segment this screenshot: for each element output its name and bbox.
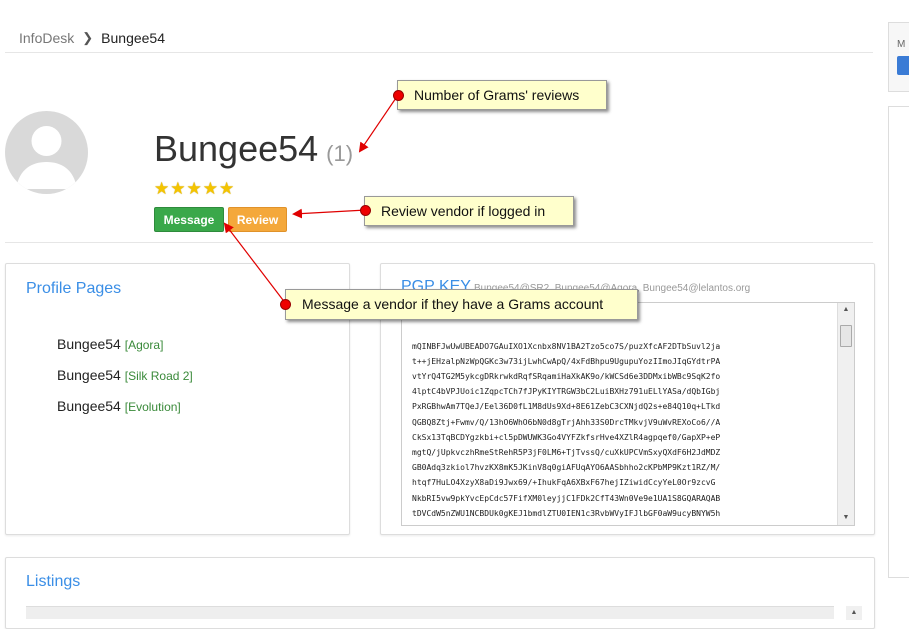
pgp-scrollbar[interactable]: ▲ ▼ — [837, 303, 854, 525]
breadcrumb-current: Bungee54 — [101, 30, 165, 46]
avatar — [5, 111, 88, 194]
sidebar-button[interactable] — [897, 56, 909, 75]
star-icon: ★ — [219, 179, 235, 198]
profile-link-evolution[interactable]: Bungee54 [Evolution] — [57, 398, 181, 414]
scroll-up-icon[interactable]: ▲ — [846, 606, 862, 620]
divider — [5, 242, 873, 243]
listings-panel: Listings ▲ — [5, 557, 875, 629]
vendor-name-heading: Bungee54 (1) — [154, 126, 353, 177]
sidebar-panel — [888, 106, 909, 578]
pgp-key-textarea[interactable]: -----BEGIN PGP PUBLIC KEY BLOCK----- Ver… — [401, 302, 855, 526]
vendor-name: Bungee54 — [154, 128, 319, 169]
profile-link-market: [Agora] — [124, 338, 164, 352]
star-icon: ★ — [186, 179, 202, 198]
annotation-reviews: Number of Grams' reviews — [397, 80, 607, 110]
profile-link-name: Bungee54 — [57, 367, 121, 383]
arrow-to-review-count — [358, 94, 399, 153]
profile-link-market: [Silk Road 2] — [124, 369, 193, 383]
annotation-dot — [393, 90, 404, 101]
user-silhouette-icon — [16, 126, 77, 189]
breadcrumb: InfoDesk ❯ Bungee54 — [19, 30, 165, 46]
pgp-key-text: -----BEGIN PGP PUBLIC KEY BLOCK----- Ver… — [412, 303, 721, 525]
star-icon: ★ — [202, 179, 218, 198]
profile-link-name: Bungee54 — [57, 336, 121, 352]
annotation-message: Message a vendor if they have a Grams ac… — [285, 289, 638, 320]
annotation-dot — [280, 299, 291, 310]
listings-title: Listings — [26, 573, 81, 590]
rating-stars: ★ ★ ★ ★ ★ — [154, 180, 234, 197]
star-icon: ★ — [154, 179, 170, 198]
annotation-review-vendor: Review vendor if logged in — [364, 196, 574, 226]
listings-table-header — [26, 606, 834, 619]
profile-link-agora[interactable]: Bungee54 [Agora] — [57, 336, 163, 352]
breadcrumb-infodesk-link[interactable]: InfoDesk — [19, 30, 74, 46]
profile-link-silk-road-2[interactable]: Bungee54 [Silk Road 2] — [57, 367, 193, 383]
scrollbar-thumb[interactable] — [840, 325, 852, 347]
arrow-to-review-button — [292, 208, 367, 219]
review-button[interactable]: Review — [228, 207, 287, 232]
chevron-right-icon: ❯ — [82, 30, 94, 45]
message-button[interactable]: Message — [154, 207, 224, 232]
scroll-up-icon[interactable]: ▲ — [838, 303, 854, 317]
annotation-dot — [360, 205, 371, 216]
star-icon: ★ — [170, 179, 186, 198]
profile-link-market: [Evolution] — [124, 400, 181, 414]
scroll-down-icon[interactable]: ▼ — [838, 511, 854, 525]
divider — [5, 52, 873, 53]
review-count[interactable]: (1) — [326, 141, 353, 166]
profile-link-name: Bungee54 — [57, 398, 121, 414]
profile-pages-title: Profile Pages — [26, 280, 122, 297]
sidebar-label: M — [897, 39, 906, 50]
